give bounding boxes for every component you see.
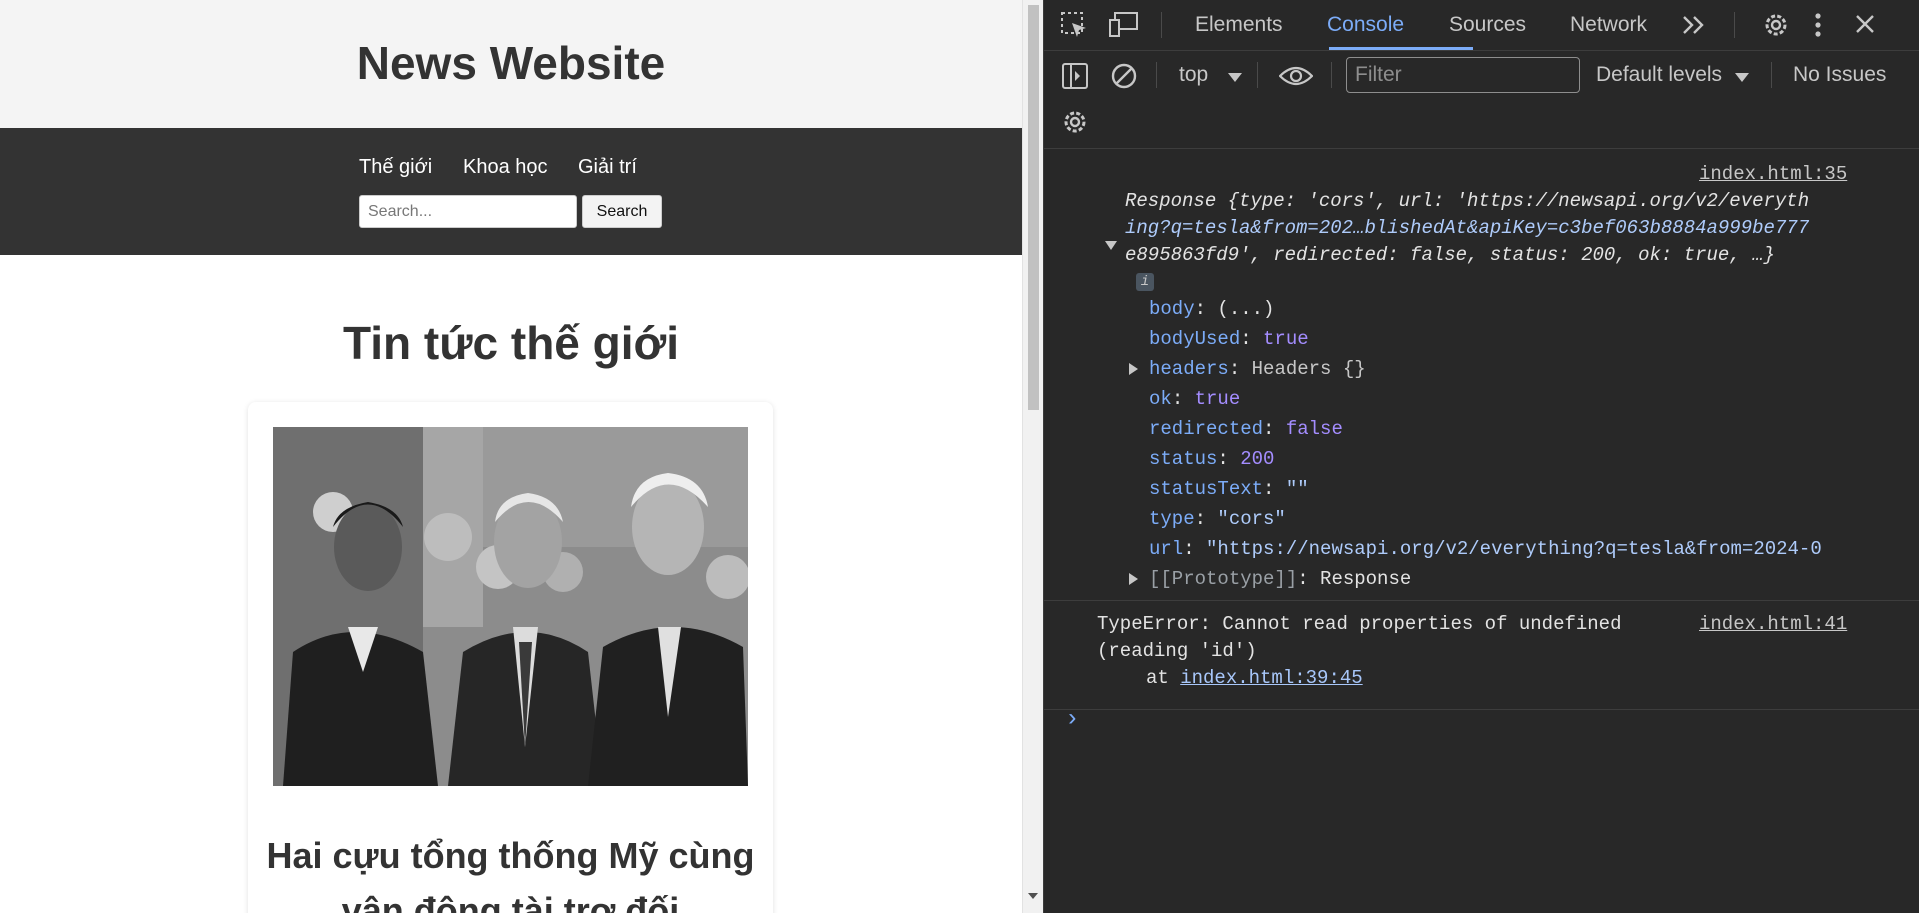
toolbar-separator (1156, 62, 1157, 88)
search-button[interactable]: Search (582, 195, 662, 228)
news-photo (273, 427, 748, 786)
prop-key: status (1149, 448, 1218, 470)
clear-console-icon[interactable] (1110, 62, 1138, 95)
toolbar-separator (1161, 12, 1162, 38)
prop-value: "cors" (1217, 508, 1286, 530)
prop-value: 200 (1240, 448, 1275, 470)
expand-arrow-icon[interactable] (1129, 573, 1138, 585)
eye-icon[interactable] (1278, 65, 1314, 92)
prop-value: Response (1320, 568, 1412, 590)
prop-key: bodyUsed (1149, 328, 1241, 350)
site-nav: Thế giới Khoa học Giải trí Search (0, 128, 1022, 255)
prop-value: "" (1285, 478, 1309, 500)
nav-link-khoa-hoc[interactable]: Khoa học (463, 156, 548, 179)
expand-arrow-icon[interactable] (1129, 363, 1138, 375)
tab-elements[interactable]: Elements (1195, 13, 1283, 37)
nav-link-giai-tri[interactable]: Giải trí (578, 156, 637, 179)
log-levels-dropdown[interactable]: Default levels (1596, 63, 1722, 87)
nav-link-the-gioi[interactable]: Thế giới (359, 156, 432, 179)
page-viewport: News Website Thế giới Khoa học Giải trí … (0, 0, 1022, 913)
prop-key: body (1149, 298, 1195, 320)
prop-key: redirected (1149, 418, 1264, 440)
tab-network[interactable]: Network (1570, 13, 1647, 37)
chevron-down-icon[interactable] (1228, 70, 1242, 88)
prop-value: true (1263, 328, 1309, 350)
toolbar-separator (1734, 12, 1735, 38)
active-tab-indicator (1329, 47, 1473, 50)
site-title: News Website (356, 37, 666, 89)
prop-row: status: 200 (1149, 448, 1275, 470)
response-summary-line-1[interactable]: Response {type: 'cors', url: 'https://ne… (1125, 190, 1809, 212)
prop-key: headers (1149, 358, 1229, 380)
more-options-icon[interactable] (1812, 11, 1824, 44)
site-header: News Website (0, 0, 1022, 128)
toolbar-separator (1771, 62, 1772, 88)
toolbar-separator (1331, 62, 1332, 88)
log-divider (1044, 709, 1919, 710)
close-icon[interactable] (1853, 12, 1877, 41)
error-message-line-1: TypeError: Cannot read properties of und… (1097, 613, 1622, 635)
prop-value[interactable]: (...) (1217, 298, 1274, 320)
news-card-image[interactable] (273, 427, 748, 786)
inspect-element-icon[interactable] (1060, 11, 1088, 44)
log-divider (1044, 600, 1919, 601)
prop-row: type: "cors" (1149, 508, 1286, 530)
sidebar-toggle-icon[interactable] (1061, 62, 1089, 95)
filter-input[interactable] (1346, 57, 1580, 93)
devtools-panel: Elements Console Sources Network top Fil… (1044, 0, 1919, 913)
tab-console[interactable]: Console (1327, 13, 1404, 37)
log-source-link[interactable]: index.html:35 (1699, 163, 1847, 185)
prop-row: url: "https://newsapi.org/v2/everything?… (1149, 538, 1822, 560)
devtools-tabbar: Elements Console Sources Network (1044, 0, 1919, 51)
prop-value: false (1285, 418, 1343, 440)
context-selector[interactable]: top (1179, 63, 1208, 87)
expand-arrow-icon[interactable] (1105, 241, 1117, 250)
prop-key: statusText (1149, 478, 1264, 500)
prop-row: body: (...) (1149, 298, 1275, 320)
issues-counter[interactable]: No Issues (1793, 63, 1886, 87)
search-input[interactable] (359, 195, 577, 228)
response-summary-line-2[interactable]: ing?q=tesla&from=202…blishedAt&apiKey=c3… (1125, 217, 1809, 239)
settings-gear-icon[interactable] (1762, 11, 1790, 44)
more-tabs-icon[interactable] (1681, 13, 1707, 42)
prop-value: true (1194, 388, 1241, 410)
toolbar-separator (1257, 62, 1258, 88)
prop-key: ok (1149, 388, 1172, 410)
page-scrollbar-thumb[interactable] (1028, 5, 1039, 410)
response-summary-line-3[interactable]: e895863fd9', redirected: false, status: … (1125, 244, 1775, 266)
page-scrollbar[interactable] (1022, 0, 1043, 913)
prop-value: Headers {} (1251, 358, 1366, 380)
info-badge-icon[interactable]: i (1136, 273, 1154, 291)
console-settings-gear-icon[interactable] (1061, 108, 1089, 141)
stack-trace-link[interactable]: index.html:39:45 (1180, 667, 1362, 689)
news-card[interactable]: Hai cựu tổng thống Mỹ cùng vận động tài … (248, 402, 773, 913)
prop-row: ok: true (1149, 388, 1241, 410)
scroll-down-arrow-icon[interactable] (1028, 893, 1038, 899)
prop-row[interactable]: [[Prototype]]: Response (1149, 568, 1411, 590)
error-message-line-2: (reading 'id') (1097, 640, 1257, 662)
prop-key: type (1149, 508, 1195, 530)
chevron-down-icon[interactable] (1735, 70, 1749, 88)
prop-row[interactable]: headers: Headers {} (1149, 358, 1366, 380)
device-toolbar-icon[interactable] (1108, 11, 1140, 44)
stack-prefix: at (1146, 667, 1181, 689)
prop-value[interactable]: "https://newsapi.org/v2/everything?q=tes… (1206, 538, 1822, 560)
section-title: Tin tức thế giới (342, 317, 680, 369)
prop-row: bodyUsed: true (1149, 328, 1309, 350)
news-card-title[interactable]: Hai cựu tổng thống Mỹ cùng vận động tài … (248, 828, 773, 913)
prop-row: statusText: "" (1149, 478, 1309, 500)
prop-row: redirected: false (1149, 418, 1343, 440)
prop-key: url (1149, 538, 1184, 560)
console-output: index.html:35 Response {type: 'cors', ur… (1044, 149, 1919, 913)
error-stack-line: at index.html:39:45 (1146, 667, 1363, 689)
console-toolbar: top Default levels No Issues (1044, 51, 1919, 149)
prop-key: [[Prototype]] (1149, 568, 1298, 590)
error-source-link[interactable]: index.html:41 (1699, 613, 1847, 635)
tab-sources[interactable]: Sources (1449, 13, 1526, 37)
console-prompt-icon[interactable]: › (1065, 706, 1079, 733)
